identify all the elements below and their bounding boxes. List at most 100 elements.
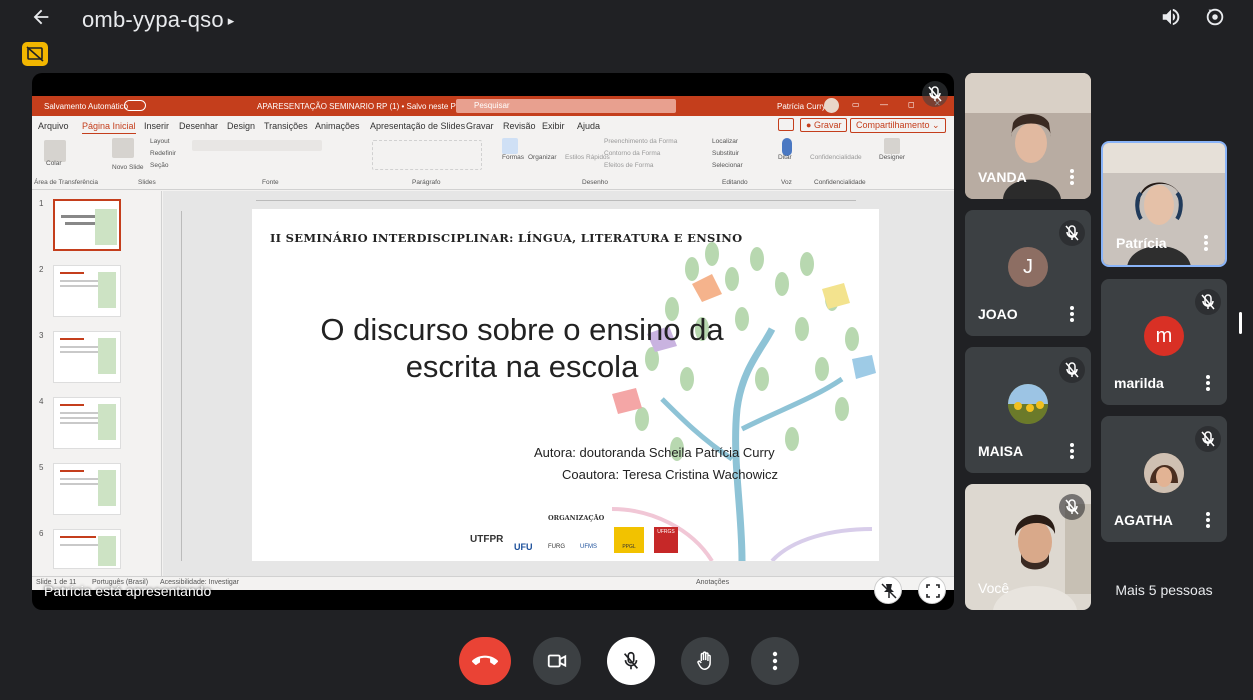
ribbon-group-clipboard: Área de Transferência — [34, 179, 98, 186]
menu-revisao[interactable]: Revisão — [503, 121, 536, 131]
current-slide[interactable]: II SEMINÁRIO INTERDISCIPLINAR: LÍNGUA, L… — [252, 209, 879, 561]
autosave-toggle[interactable] — [124, 100, 146, 111]
designer-label: Designer — [879, 154, 906, 161]
tiles-scrollbar[interactable] — [1239, 312, 1242, 334]
restore-icon[interactable]: ◻ — [908, 100, 915, 109]
camera-icon — [547, 654, 567, 668]
select-label[interactable]: Selecionar — [712, 162, 743, 169]
menu-apresentacao[interactable]: Apresentação de Slides — [370, 121, 465, 131]
participant-tile-self[interactable]: Você — [965, 484, 1091, 610]
new-slide-icon[interactable] — [112, 138, 134, 158]
slide-thumbnail[interactable] — [53, 397, 121, 449]
participant-name: JOAO — [978, 306, 1018, 322]
ppt-search-placeholder: Pesquisar — [474, 101, 510, 110]
more-people-button[interactable]: Mais 5 pessoas — [1101, 572, 1227, 608]
menu-pagina-inicial[interactable]: Página Inicial — [82, 121, 136, 135]
logo-ufu: UFU — [514, 542, 533, 552]
presenting-label: Patrícia está apresentando — [44, 583, 212, 599]
leave-call-button[interactable] — [459, 637, 511, 685]
tree-illustration — [611, 242, 876, 561]
more-vert-icon[interactable] — [1067, 304, 1077, 324]
menu-animacoes[interactable]: Animações — [315, 121, 360, 131]
chevron-right-icon: ▸ — [227, 13, 235, 28]
menu-transicoes[interactable]: Transições — [264, 121, 308, 131]
fill-label[interactable]: Preenchimento da Forma — [604, 138, 677, 145]
slide-title: O discurso sobre o ensino da escrita na … — [320, 312, 724, 384]
back-arrow-icon[interactable] — [30, 6, 54, 30]
menu-gravar[interactable]: Gravar — [466, 121, 494, 131]
shapes-label: Formas — [502, 154, 525, 161]
shapes-icon[interactable] — [502, 138, 518, 154]
slide-author: Autora: doutoranda Scheila Patrícia Curr… — [534, 445, 775, 460]
participant-tile-vanda[interactable]: VANDA — [965, 73, 1091, 199]
fullscreen-icon[interactable] — [918, 576, 946, 604]
minimize-icon[interactable]: — — [880, 100, 888, 109]
menu-desenhar[interactable]: Desenhar — [179, 121, 218, 131]
captions-off-icon[interactable] — [22, 42, 48, 66]
font-format-buttons[interactable] — [192, 158, 362, 169]
menu-arquivo[interactable]: Arquivo — [38, 121, 69, 131]
participant-tile-agatha[interactable]: AGATHA — [1101, 416, 1227, 542]
reset-label[interactable]: Redefinir — [150, 150, 176, 157]
horizontal-ruler — [256, 193, 856, 201]
ppt-search-box[interactable]: Pesquisar — [456, 99, 676, 113]
mic-off-icon — [623, 651, 639, 670]
mic-off-icon — [1059, 220, 1085, 246]
more-vert-icon[interactable] — [1067, 167, 1077, 187]
ppt-user-avatar — [824, 98, 839, 113]
mic-off-icon — [1059, 357, 1085, 383]
paste-icon[interactable] — [44, 140, 66, 162]
participant-tile-marilda[interactable]: m marilda — [1101, 279, 1227, 405]
more-vert-icon[interactable] — [1203, 510, 1213, 530]
thumb-number: 1 — [39, 199, 44, 208]
replace-label[interactable]: Substituir — [712, 150, 739, 157]
slide-thumbnail[interactable] — [53, 463, 121, 515]
status-notes[interactable]: Anotações — [696, 579, 729, 586]
slide-thumbnail[interactable] — [53, 529, 121, 569]
menu-design[interactable]: Design — [227, 121, 255, 131]
record-button[interactable]: ● Gravar — [800, 118, 848, 132]
slide-coauthor: Coautora: Teresa Cristina Wachowicz — [562, 467, 779, 482]
avatar — [1008, 384, 1048, 424]
volume-icon[interactable] — [1160, 6, 1186, 32]
camera-button[interactable] — [533, 637, 581, 685]
share-button-label: Compartilhamento — [856, 120, 930, 130]
unpin-button[interactable] — [874, 576, 902, 604]
mic-off-icon — [922, 81, 948, 107]
comments-icon[interactable] — [778, 118, 794, 131]
thumb-number: 6 — [39, 529, 44, 538]
more-vert-icon[interactable] — [1201, 233, 1211, 253]
ribbon-display-icon[interactable]: ▭ — [852, 100, 860, 109]
switch-camera-icon[interactable] — [1204, 6, 1230, 32]
more-vert-icon[interactable] — [1067, 441, 1077, 461]
participant-tile-joao[interactable]: J JOAO — [965, 210, 1091, 336]
menu-ajuda[interactable]: Ajuda — [577, 121, 600, 131]
microphone-button[interactable] — [607, 637, 655, 685]
slide-thumbnail[interactable] — [53, 331, 121, 383]
more-vert-icon[interactable] — [1203, 373, 1213, 393]
outline-label[interactable]: Contorno da Forma — [604, 150, 660, 157]
raise-hand-button[interactable] — [681, 637, 729, 685]
participant-tile-patricia[interactable]: Patrícia — [1101, 141, 1227, 267]
section-label[interactable]: Seção — [150, 162, 168, 169]
menu-exibir[interactable]: Exibir — [542, 121, 565, 131]
avatar — [1144, 453, 1184, 493]
new-slide-label: Novo Slide — [112, 164, 144, 171]
participant-tile-maisa[interactable]: MAISA — [965, 347, 1091, 473]
ppt-user-name: Patrícia Curry — [777, 102, 826, 111]
dictate-label: Ditar — [778, 154, 792, 161]
mic-off-icon — [1195, 289, 1221, 315]
effects-label[interactable]: Efeitos de Forma — [604, 162, 654, 169]
font-name-select[interactable] — [192, 140, 322, 151]
designer-icon[interactable] — [884, 138, 900, 154]
slide-thumbnail[interactable] — [53, 199, 121, 251]
more-options-button[interactable] — [751, 637, 799, 685]
find-label[interactable]: Localizar — [712, 138, 738, 145]
paragraph-buttons[interactable] — [372, 140, 482, 170]
share-button[interactable]: Compartilhamento ⌄ — [850, 118, 946, 133]
participant-name: MAISA — [978, 443, 1024, 459]
slide-thumbnail[interactable] — [53, 265, 121, 317]
menu-inserir[interactable]: Inserir — [144, 121, 169, 131]
meeting-code-button[interactable]: omb-yypa-qso ▸ — [82, 7, 235, 33]
layout-label[interactable]: Layout — [150, 138, 170, 145]
